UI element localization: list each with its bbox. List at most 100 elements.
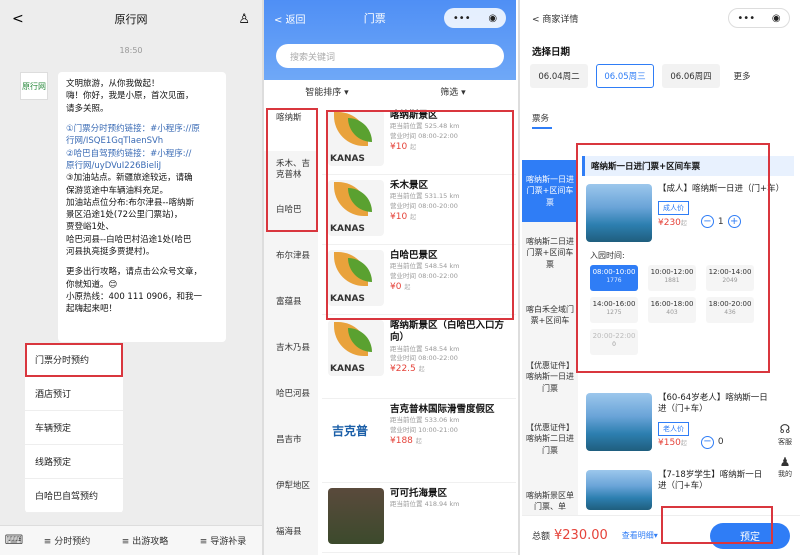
back-button[interactable]: < 商家详情 bbox=[532, 12, 578, 25]
menu-item-ticket-booking[interactable]: 门票分时预约 bbox=[25, 343, 123, 377]
customer-service-button[interactable]: ☊ 客服 bbox=[778, 422, 792, 447]
increase-button[interactable]: + bbox=[727, 215, 741, 229]
scenic-item[interactable]: KANAS 喀纳斯景区 距当前位置 525.48 km 营业时间 08:00-22:… bbox=[322, 105, 516, 175]
scenic-price: ¥188 bbox=[390, 435, 413, 446]
view-details-link[interactable]: 查看明细▾ bbox=[622, 530, 658, 541]
tab-indicator bbox=[532, 127, 552, 129]
time-slot[interactable]: 16:00-18:00 403 bbox=[648, 297, 696, 323]
ticket-category[interactable]: 【优惠证件】喀纳斯二日进门票 bbox=[522, 408, 578, 470]
search-input[interactable]: 搜索关键词 bbox=[276, 44, 504, 68]
region-item[interactable]: 富蕴县 bbox=[264, 289, 318, 335]
ticket-category[interactable]: 喀纳斯二日进门票+区间车票 bbox=[522, 222, 578, 284]
bottom-menu-label: 导游补录 bbox=[210, 537, 247, 547]
menu-item-hotel[interactable]: 酒店预订 bbox=[25, 377, 123, 411]
back-button[interactable]: < 返回 bbox=[274, 11, 306, 26]
scenic-distance: 距当前位置 531.15 km bbox=[390, 192, 460, 201]
bottom-menu-tourguide[interactable]: ≡ 导游补录 bbox=[184, 534, 262, 547]
message-line: 景区沿途1处(72公里门票站)， bbox=[66, 210, 183, 221]
close-icon[interactable]: ◉ bbox=[488, 13, 497, 24]
time-slot[interactable]: 12:00-14:00 2049 bbox=[706, 265, 754, 291]
date-option[interactable]: 06.06周四 bbox=[662, 64, 720, 88]
price-suffix: 起 bbox=[410, 143, 417, 151]
popup-menu: 门票分时预约 酒店预订 车辆预定 线路预定 白哈巴自驾预约 bbox=[25, 343, 123, 513]
close-icon[interactable]: ◉ bbox=[772, 13, 781, 24]
bottom-menu-label: 出游攻略 bbox=[132, 537, 169, 547]
back-button[interactable]: < bbox=[12, 11, 24, 27]
ticket-category[interactable]: 喀纳斯一日进门票+区间车票 bbox=[522, 160, 578, 222]
message-line: 起嗨起来吧！ bbox=[66, 304, 118, 315]
profile-icon[interactable]: ♙ bbox=[238, 12, 250, 27]
more-icon[interactable]: ••• bbox=[737, 13, 755, 24]
menu-item-vehicle[interactable]: 车辆预定 bbox=[25, 411, 123, 445]
miniprogram-link[interactable]: ②哈巴自驾预约链接：#小程序:// bbox=[66, 148, 218, 160]
highlight-box bbox=[266, 108, 318, 232]
message-line: 你就知道。😊 bbox=[66, 279, 118, 290]
more-dates-button[interactable]: 更多 bbox=[728, 64, 756, 88]
my-button[interactable]: ♟ 我的 bbox=[778, 455, 792, 480]
floating-actions: ☊ 客服 ♟ 我的 bbox=[778, 422, 792, 487]
bottom-menu-guide[interactable]: ≡ 出游攻略 bbox=[106, 534, 184, 547]
region-item[interactable]: 吉木乃县 bbox=[264, 335, 318, 381]
message-line: 嗨！你好，我是小原，首次见面， bbox=[66, 91, 194, 102]
message-line: 保游览途中车辆油料充足。 bbox=[66, 185, 169, 196]
time-slot[interactable]: 10:00-12:00 1881 bbox=[648, 265, 696, 291]
message-line: 小原热线：400 111 0906，和我一 bbox=[66, 292, 202, 302]
date-option[interactable]: 06.04周二 bbox=[530, 64, 588, 88]
product-row: 【60-64岁老人】喀纳斯一日进（门+车） 老人价 ¥150起 − 0 bbox=[582, 385, 794, 459]
region-item[interactable]: 布尔津县 bbox=[264, 243, 318, 289]
scenic-item[interactable]: 吉克普 吉克普林国际滑雪度假区 距当前位置 533.06 km 营业时间 10:00… bbox=[322, 399, 516, 483]
miniprogram-link[interactable]: 行网/ISQE1GqTlaenSVh bbox=[66, 135, 218, 147]
ticket-category[interactable]: 【优惠证件】喀纳斯一日进门票 bbox=[522, 346, 578, 408]
region-item[interactable]: 福海县 bbox=[264, 519, 318, 555]
scenic-hours: 营业时间 10:00-21:00 bbox=[390, 426, 458, 435]
more-icon[interactable]: ••• bbox=[453, 13, 471, 24]
time-slot-grid: 08:00-10:00 1776 10:00-12:00 1881 12:00-14… bbox=[582, 261, 794, 359]
lake-photo bbox=[586, 393, 652, 451]
scenic-photo bbox=[328, 488, 384, 544]
miniprogram-link[interactable]: ①门票分时预约链接：#小程序://原 bbox=[66, 123, 218, 135]
scenic-item[interactable]: KANAS 禾木景区 距当前位置 531.15 km 营业时间 08:00-20:0… bbox=[322, 175, 516, 245]
sort-dropdown[interactable]: 智能排序 ▾ bbox=[264, 85, 390, 98]
product-price: ¥150 bbox=[658, 438, 681, 449]
price-suffix: 起 bbox=[680, 219, 687, 227]
scenic-distance: 距当前位置 525.48 km bbox=[390, 122, 460, 131]
chat-header: < 原行网 ♙ bbox=[0, 0, 262, 38]
menu-item-baihaba-drive[interactable]: 白哈巴自驾预约 bbox=[25, 479, 123, 513]
time-slot[interactable]: 08:00-10:00 1776 bbox=[590, 265, 638, 291]
scenic-hours: 营业时间 08:00-22:00 bbox=[390, 272, 458, 281]
miniprogram-link[interactable]: 原行网/uyDVuI226BieliJ bbox=[66, 160, 218, 172]
quantity-stepper: − 0 bbox=[700, 435, 724, 449]
time-slot[interactable]: 14:00-16:00 1275 bbox=[590, 297, 638, 323]
price-suffix: 起 bbox=[410, 213, 417, 221]
region-item[interactable]: 哈巴河县 bbox=[264, 381, 318, 427]
select-date-label: 选择日期 bbox=[532, 47, 571, 58]
message-bubble: 文明旅游，从你我做起！ 嗨！你好，我是小原，首次见面， 请多关照。 ①门票分时预… bbox=[58, 72, 226, 342]
miniprogram-capsule[interactable]: ••• ◉ bbox=[444, 8, 506, 28]
region-item[interactable]: 伊犁地区 bbox=[264, 473, 318, 519]
ticket-category[interactable]: 喀白禾全域门票+区间车 bbox=[522, 284, 578, 346]
menu-item-route[interactable]: 线路预定 bbox=[25, 445, 123, 479]
time-slot[interactable]: 18:00-20:00 436 bbox=[706, 297, 754, 323]
miniprogram-capsule[interactable]: ••• ◉ bbox=[728, 8, 790, 28]
scenic-item[interactable]: 可可托海景区 距当前位置 418.94 km bbox=[322, 483, 516, 553]
scenic-hours: 营业时间 08:00-20:00 bbox=[390, 202, 458, 211]
scenic-item[interactable]: KANAS 白哈巴景区 距当前位置 548.54 km 营业时间 08:00-22:… bbox=[322, 245, 516, 315]
tab-tickets[interactable]: 票务 bbox=[522, 88, 800, 124]
total-label: 总额 bbox=[532, 532, 551, 542]
scenic-item[interactable]: KANAS 喀纳斯景区（白哈巴入口方向） 距当前位置 548.54 km 营业时间 … bbox=[322, 315, 516, 399]
date-option-selected[interactable]: 06.05周三 bbox=[596, 64, 654, 88]
decrease-button[interactable]: − bbox=[700, 435, 714, 449]
filter-bar: 智能排序 ▾ 筛选 ▾ bbox=[264, 80, 516, 102]
ticket-category-sidebar: 喀纳斯一日进门票+区间车票 喀纳斯二日进门票+区间车票 喀白禾全域门票+区间车 … bbox=[522, 160, 578, 515]
filter-dropdown[interactable]: 筛选 ▾ bbox=[390, 85, 516, 98]
region-item[interactable]: 昌吉市 bbox=[264, 427, 318, 473]
book-button[interactable]: 预定 bbox=[710, 522, 790, 549]
decrease-button[interactable]: − bbox=[700, 215, 714, 229]
scenic-price: ¥22.5 bbox=[390, 364, 416, 375]
message-line: 文明旅游，从你我做起！ bbox=[66, 79, 160, 89]
message-line: 加油站点位分布:布尔津县--喀纳斯 bbox=[66, 197, 194, 208]
bottom-menu-booking[interactable]: ≡ 分时预约 bbox=[28, 534, 106, 547]
ticket-header: < 返回 门票 ••• ◉ 搜索关键词 bbox=[264, 0, 516, 80]
keyboard-icon[interactable]: ⌨ bbox=[0, 533, 28, 548]
message-line: 河县执亮挺多贾提村)。 bbox=[66, 247, 155, 258]
